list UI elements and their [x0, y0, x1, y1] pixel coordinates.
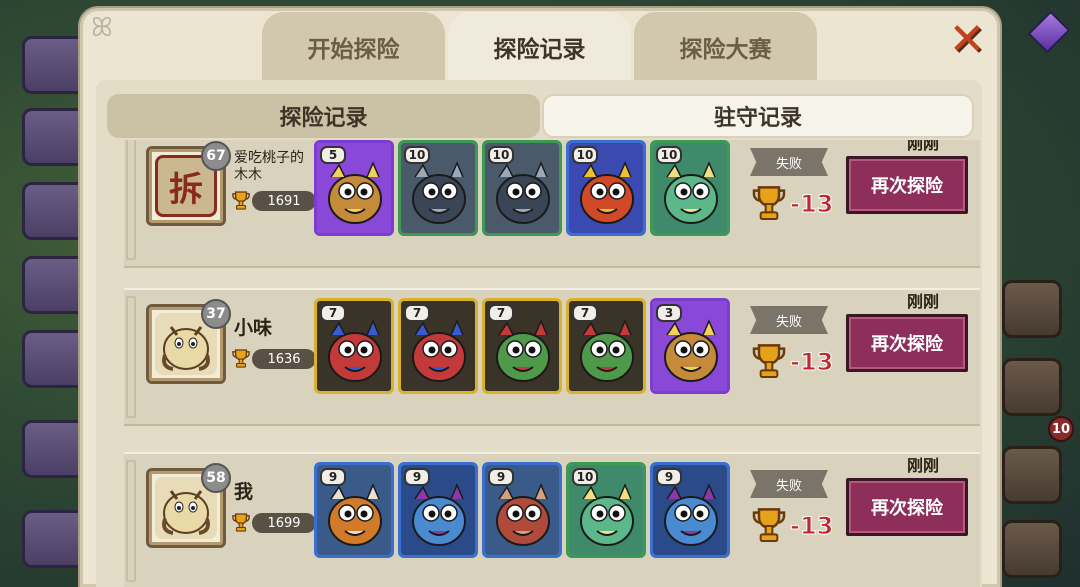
- close-icon[interactable]: ✕: [944, 18, 990, 64]
- bg-menu-slot: [1002, 520, 1062, 578]
- creature-card[interactable]: 9: [482, 462, 562, 558]
- trophy-count: 1636: [252, 349, 316, 369]
- trophy-icon: [752, 184, 786, 224]
- trophy-icon: [752, 506, 786, 546]
- card-level: 7: [572, 304, 598, 322]
- card-level: 10: [488, 146, 514, 164]
- retry-adventure-button[interactable]: 再次探险: [846, 314, 968, 372]
- trophy-icon: [232, 348, 250, 370]
- card-level: 9: [320, 468, 346, 486]
- row-fret-ornament: [126, 460, 136, 582]
- player-avatar[interactable]: 58: [146, 463, 231, 548]
- card-level: 9: [404, 468, 430, 486]
- record-list[interactable]: 拆 67 爱吃桃子的木木 1691 5 10 10 10 10 失败 -13 刚…: [124, 140, 980, 587]
- player-avatar[interactable]: 拆 67: [146, 141, 231, 226]
- card-level: 5: [320, 146, 346, 164]
- creature-card[interactable]: 7: [398, 298, 478, 394]
- subtab-garrison-records[interactable]: 驻守记录: [542, 94, 974, 138]
- card-level: 9: [488, 468, 514, 486]
- notification-badge: 10: [1048, 416, 1074, 442]
- card-level: 7: [404, 304, 430, 322]
- card-level: 7: [488, 304, 514, 322]
- tab-adventure-records[interactable]: 探险记录: [448, 12, 631, 82]
- trophy-change: -13: [752, 506, 834, 546]
- tab-adventure-contest[interactable]: 探险大赛: [634, 12, 817, 82]
- avatar-glyph: 拆: [169, 169, 203, 210]
- bg-menu-slot: [1002, 446, 1062, 504]
- card-level: 10: [572, 468, 598, 486]
- player-name: 我: [234, 481, 254, 503]
- result-banner: 失败: [750, 306, 828, 334]
- card-level: 3: [656, 304, 682, 322]
- row-fret-ornament: [126, 140, 136, 260]
- player-name: 爱吃桃子的木木: [234, 150, 304, 183]
- record-time: 刚刚: [906, 140, 939, 153]
- player-level-badge: 58: [201, 463, 231, 493]
- retry-adventure-button[interactable]: 再次探险: [846, 478, 968, 536]
- record-time: 刚刚: [906, 456, 939, 475]
- creature-card[interactable]: 10: [650, 140, 730, 236]
- player-level-badge: 67: [201, 141, 231, 171]
- result-banner: 失败: [750, 148, 828, 176]
- creature-card[interactable]: 9: [314, 462, 394, 558]
- player-level-badge: 37: [201, 299, 231, 329]
- creature-card[interactable]: 5: [314, 140, 394, 236]
- bg-menu-slot: [1002, 280, 1062, 338]
- corner-ornament: ꕤ: [91, 13, 113, 43]
- record-time: 刚刚: [906, 292, 939, 311]
- card-level: 10: [572, 146, 598, 164]
- gem-icon: [1028, 11, 1070, 53]
- background-right-sidebar: 10: [990, 0, 1080, 587]
- record-row: 37 小味 1636 7 7 7 7 3 失败 -13 刚刚 再次探险: [124, 288, 980, 426]
- subtab-adventure-records[interactable]: 探险记录: [107, 94, 540, 138]
- card-level: 7: [320, 304, 346, 322]
- row-fret-ornament: [126, 296, 136, 418]
- retry-adventure-button[interactable]: 再次探险: [846, 156, 968, 214]
- tab-start-adventure[interactable]: 开始探险: [262, 12, 445, 82]
- creature-card[interactable]: 10: [566, 140, 646, 236]
- trophy-change: -13: [752, 342, 834, 382]
- result-banner: 失败: [750, 470, 828, 498]
- trophy-icon: [232, 190, 250, 212]
- player-avatar[interactable]: 37: [146, 299, 231, 384]
- player-trophies: 1636: [232, 348, 316, 370]
- trophy-delta: -13: [789, 190, 834, 219]
- card-level: 10: [404, 146, 430, 164]
- card-level: 9: [656, 468, 682, 486]
- record-row: 58 我 1699 9 9 9 10 9 失败 -13 刚刚 再次探险: [124, 452, 980, 587]
- trophy-delta: -13: [789, 348, 834, 377]
- creature-card[interactable]: 7: [314, 298, 394, 394]
- creature-card[interactable]: 10: [482, 140, 562, 236]
- trophy-icon: [752, 342, 786, 382]
- player-trophies: 1691: [232, 190, 316, 212]
- creature-card[interactable]: 9: [398, 462, 478, 558]
- card-level: 10: [656, 146, 682, 164]
- creature-card[interactable]: 10: [398, 140, 478, 236]
- trophy-change: -13: [752, 184, 834, 224]
- creature-card[interactable]: 10: [566, 462, 646, 558]
- creature-card[interactable]: 3: [650, 298, 730, 394]
- trophy-count: 1691: [252, 191, 316, 211]
- player-trophies: 1699: [232, 512, 316, 534]
- trophy-icon: [232, 512, 250, 534]
- trophy-count: 1699: [252, 513, 316, 533]
- gift-icon: [1002, 358, 1062, 416]
- record-row: 拆 67 爱吃桃子的木木 1691 5 10 10 10 10 失败 -13 刚…: [124, 140, 980, 268]
- creature-card[interactable]: 7: [566, 298, 646, 394]
- creature-card[interactable]: 7: [482, 298, 562, 394]
- creature-card[interactable]: 9: [650, 462, 730, 558]
- player-name: 小味: [234, 317, 273, 339]
- trophy-delta: -13: [789, 512, 834, 541]
